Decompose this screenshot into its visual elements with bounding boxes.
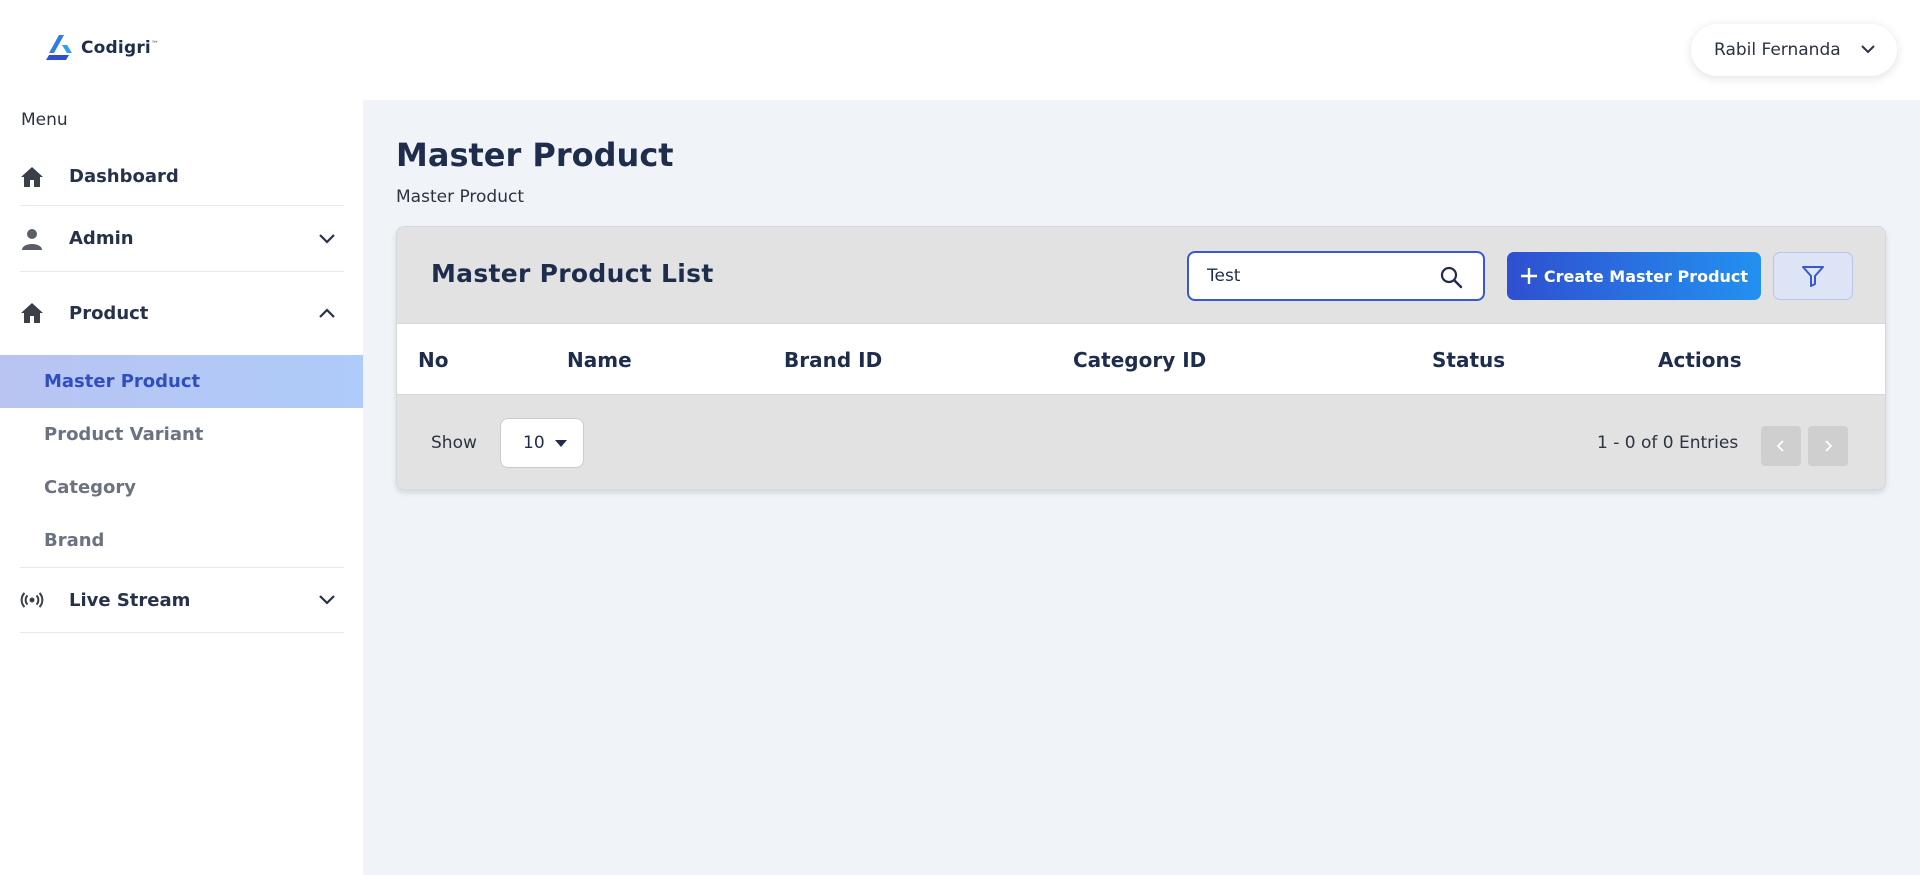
logo-text: Codigri™ <box>81 38 160 58</box>
search-icon[interactable] <box>1439 265 1463 289</box>
filter-icon <box>1802 266 1824 287</box>
prev-page-button[interactable] <box>1761 426 1801 466</box>
sidebar-subitem-brand[interactable]: Brand <box>0 514 363 567</box>
column-header-actions: Actions <box>1658 348 1742 372</box>
sidebar-subitem-category[interactable]: Category <box>0 461 363 514</box>
menu-caption: Menu <box>21 110 68 130</box>
filter-button[interactable] <box>1773 252 1853 300</box>
column-header-name[interactable]: Name <box>567 348 632 372</box>
chevron-right-icon <box>1825 440 1833 452</box>
sidebar-item-product[interactable]: Product <box>20 272 344 354</box>
sidebar-subitem-master-product[interactable]: Master Product <box>0 355 363 408</box>
create-master-product-button[interactable]: Create Master Product <box>1507 252 1761 300</box>
create-button-label: Create Master Product <box>1543 266 1749 286</box>
user-icon <box>20 227 44 251</box>
sidebar-item-dashboard[interactable]: Dashboard <box>20 148 344 206</box>
chevron-up-icon[interactable] <box>318 304 336 322</box>
table-footer: Show 10 1 - 0 of 0 Entries <box>397 395 1885 489</box>
page-size-value: 10 <box>523 433 545 453</box>
column-header-status[interactable]: Status <box>1432 348 1505 372</box>
search-input[interactable] <box>1207 266 1427 286</box>
sidebar-item-label: Dashboard <box>69 166 179 187</box>
chevron-left-icon <box>1776 440 1784 452</box>
home-icon <box>20 301 44 325</box>
sidebar-item-label: Admin <box>69 228 134 249</box>
column-header-brand-id[interactable]: Brand ID <box>784 348 882 372</box>
column-header-category-id[interactable]: Category ID <box>1073 348 1206 372</box>
master-product-card: Master Product List Create Master Produc… <box>396 226 1886 490</box>
sidebar-item-live-stream[interactable]: Live Stream <box>20 568 344 633</box>
show-label: Show <box>431 433 477 453</box>
sidebar-subitem-product-variant[interactable]: Product Variant <box>0 408 363 461</box>
page-title: Master Product <box>396 136 674 174</box>
plus-icon <box>1520 268 1537 284</box>
sidebar: Codigri™ Menu Dashboard Admin Product Ma… <box>0 0 363 875</box>
entries-count: 1 - 0 of 0 Entries <box>1597 433 1739 453</box>
card-title: Master Product List <box>431 259 714 288</box>
caret-down-icon <box>555 440 567 447</box>
sidebar-item-label: Product <box>69 302 149 324</box>
broadcast-icon <box>20 588 44 612</box>
chevron-down-icon <box>1859 40 1877 58</box>
sidebar-item-label: Live Stream <box>69 589 191 611</box>
user-name: Rabil Fernanda <box>1714 40 1841 60</box>
chevron-down-icon[interactable] <box>318 230 336 248</box>
chevron-down-icon[interactable] <box>318 591 336 609</box>
table-header: No Name Brand ID Category ID Status Acti… <box>397 323 1885 395</box>
breadcrumb[interactable]: Master Product <box>396 187 524 207</box>
logo-icon <box>46 35 72 60</box>
sidebar-item-admin[interactable]: Admin <box>20 206 344 272</box>
home-icon <box>20 165 44 189</box>
column-header-no[interactable]: No <box>418 348 448 372</box>
next-page-button[interactable] <box>1808 426 1848 466</box>
search-field[interactable] <box>1187 251 1485 301</box>
page-size-select[interactable]: 10 <box>500 418 584 468</box>
topbar: Rabil Fernanda <box>363 0 1920 100</box>
user-menu[interactable]: Rabil Fernanda <box>1691 24 1897 76</box>
app-logo[interactable]: Codigri™ <box>45 33 159 63</box>
